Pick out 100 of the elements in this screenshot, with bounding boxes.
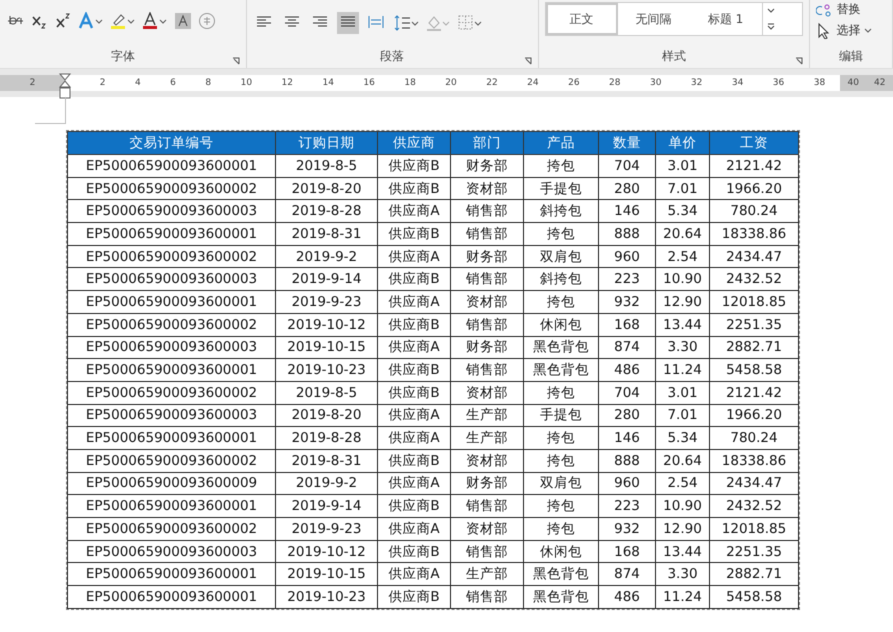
table-cell: 资材部 bbox=[450, 290, 524, 314]
ruler-number: 4 bbox=[134, 78, 141, 88]
table-cell: 2434.47 bbox=[710, 472, 798, 495]
dialog-launcher-icon[interactable] bbox=[232, 57, 240, 65]
table-cell: 146 bbox=[598, 426, 656, 450]
text-effects-icon[interactable] bbox=[78, 12, 104, 30]
superscript-icon[interactable] bbox=[54, 12, 72, 30]
table-cell: 2019-10-12 bbox=[276, 540, 378, 563]
table-cell: EP500065900093600003 bbox=[68, 200, 276, 223]
table-cell: 供应商B bbox=[378, 540, 450, 563]
table-cell: 2019-8-20 bbox=[276, 404, 378, 427]
more-styles-icon[interactable] bbox=[766, 23, 776, 31]
table-cell: EP500065900093600001 bbox=[68, 494, 276, 518]
ruler-number: 20 bbox=[445, 78, 457, 88]
table-cell: 2019-8-31 bbox=[276, 222, 378, 246]
select-button[interactable]: 选择 bbox=[816, 21, 886, 40]
table-cell: 1966.20 bbox=[710, 177, 798, 200]
right-align-icon bbox=[312, 14, 328, 28]
ruler-number: 6 bbox=[170, 78, 176, 88]
table-cell: 销售部 bbox=[450, 268, 524, 291]
table-cell: 280 bbox=[598, 177, 656, 200]
table-cell: 2019-8-5 bbox=[276, 154, 378, 178]
table-cell: 223 bbox=[598, 268, 656, 291]
table-cell: 供应商B bbox=[378, 154, 450, 178]
column-header: 交易订单编号 bbox=[68, 132, 276, 154]
table-cell: EP500065900093600003 bbox=[68, 268, 276, 291]
table-cell: 供应商B bbox=[378, 268, 450, 291]
table-cell: 704 bbox=[598, 154, 656, 178]
table-cell: EP500065900093600001 bbox=[68, 586, 276, 608]
indent-marker-icon[interactable] bbox=[59, 73, 71, 99]
table-cell: 20.64 bbox=[656, 222, 710, 246]
table-cell: EP500065900093600002 bbox=[68, 381, 276, 404]
table-cell: 7.01 bbox=[656, 177, 710, 200]
table-cell: 生产部 bbox=[450, 426, 524, 450]
highlighter-icon[interactable] bbox=[110, 12, 136, 30]
dialog-launcher-icon[interactable] bbox=[524, 57, 532, 65]
editing-group-label: 编辑 bbox=[839, 48, 864, 65]
column-header: 数量 bbox=[598, 132, 656, 154]
table-cell: 供应商A bbox=[378, 404, 450, 427]
table-cell: 12018.85 bbox=[710, 518, 798, 540]
table-cell: 双肩包 bbox=[524, 472, 598, 495]
borders-icon[interactable] bbox=[456, 14, 483, 32]
enclosed-character-icon[interactable] bbox=[198, 12, 216, 30]
line-spacing-icon[interactable] bbox=[392, 14, 419, 32]
table-cell: 供应商B bbox=[378, 358, 450, 382]
table-cell: EP500065900093600003 bbox=[68, 540, 276, 563]
table-cell: 手提包 bbox=[524, 404, 598, 427]
table-cell: 2432.52 bbox=[710, 494, 798, 518]
ruler-number: 32 bbox=[690, 78, 702, 88]
table-cell: 休闲包 bbox=[524, 540, 598, 563]
table-cell: 2882.71 bbox=[710, 562, 798, 586]
table-cell: 704 bbox=[598, 381, 656, 404]
table-cell: 销售部 bbox=[450, 494, 524, 518]
paragraph-group-label: 段落 bbox=[380, 48, 404, 65]
table-cell: EP500065900093600001 bbox=[68, 154, 276, 178]
font-color-icon[interactable] bbox=[142, 12, 168, 30]
table-cell: EP500065900093600001 bbox=[68, 358, 276, 382]
style-option[interactable]: 正文 bbox=[546, 3, 618, 35]
table-cell: 960 bbox=[598, 245, 656, 268]
table-cell: 挎包 bbox=[524, 154, 598, 178]
table-cell: 2121.42 bbox=[710, 381, 798, 404]
table-cell: 斜挎包 bbox=[524, 200, 598, 223]
table-cell: 销售部 bbox=[450, 313, 524, 336]
ruler-number: 2 bbox=[30, 78, 36, 88]
styles-group-label: 样式 bbox=[662, 48, 686, 65]
ruler-number: 34 bbox=[732, 78, 744, 88]
table-cell: 供应商B bbox=[378, 586, 450, 608]
table-cell: 486 bbox=[598, 586, 656, 608]
table-cell: 223 bbox=[598, 494, 656, 518]
table-cell: EP500065900093600003 bbox=[68, 404, 276, 427]
table-cell: EP500065900093600001 bbox=[68, 426, 276, 450]
replace-button[interactable]: 替换 bbox=[816, 0, 886, 19]
character-shading-icon[interactable] bbox=[174, 12, 192, 30]
table-cell: 2019-10-23 bbox=[276, 586, 378, 608]
column-header: 单价 bbox=[656, 132, 710, 154]
table-cell: 挎包 bbox=[524, 449, 598, 472]
table-cell: 2.54 bbox=[656, 245, 710, 268]
replace-icon bbox=[816, 2, 832, 18]
table-cell: 2251.35 bbox=[710, 313, 798, 336]
table-cell: 874 bbox=[598, 336, 656, 359]
table-cell: 12018.85 bbox=[710, 290, 798, 314]
table-cell: 3.01 bbox=[656, 154, 710, 178]
table-cell: 11.24 bbox=[656, 358, 710, 382]
table-cell: 1966.20 bbox=[710, 404, 798, 427]
table-cell: 挎包 bbox=[524, 222, 598, 246]
table-cell: 2019-10-15 bbox=[276, 336, 378, 359]
font-group-label: 字体 bbox=[110, 48, 135, 65]
table-cell: 销售部 bbox=[450, 200, 524, 223]
table-cell: 挎包 bbox=[524, 381, 598, 404]
table-cell: 932 bbox=[598, 290, 656, 314]
table-cell: 供应商B bbox=[378, 313, 450, 336]
justify-align-button[interactable] bbox=[336, 12, 359, 34]
scroll-down-icon[interactable] bbox=[766, 7, 776, 15]
table-cell: 2019-8-31 bbox=[276, 449, 378, 472]
column-header: 部门 bbox=[450, 132, 524, 154]
table-cell: 168 bbox=[598, 540, 656, 563]
ruler-number: 24 bbox=[527, 78, 539, 88]
table-cell: 11.24 bbox=[656, 586, 710, 608]
dialog-launcher-icon[interactable] bbox=[795, 57, 804, 65]
table-cell: 供应商A bbox=[378, 245, 450, 268]
